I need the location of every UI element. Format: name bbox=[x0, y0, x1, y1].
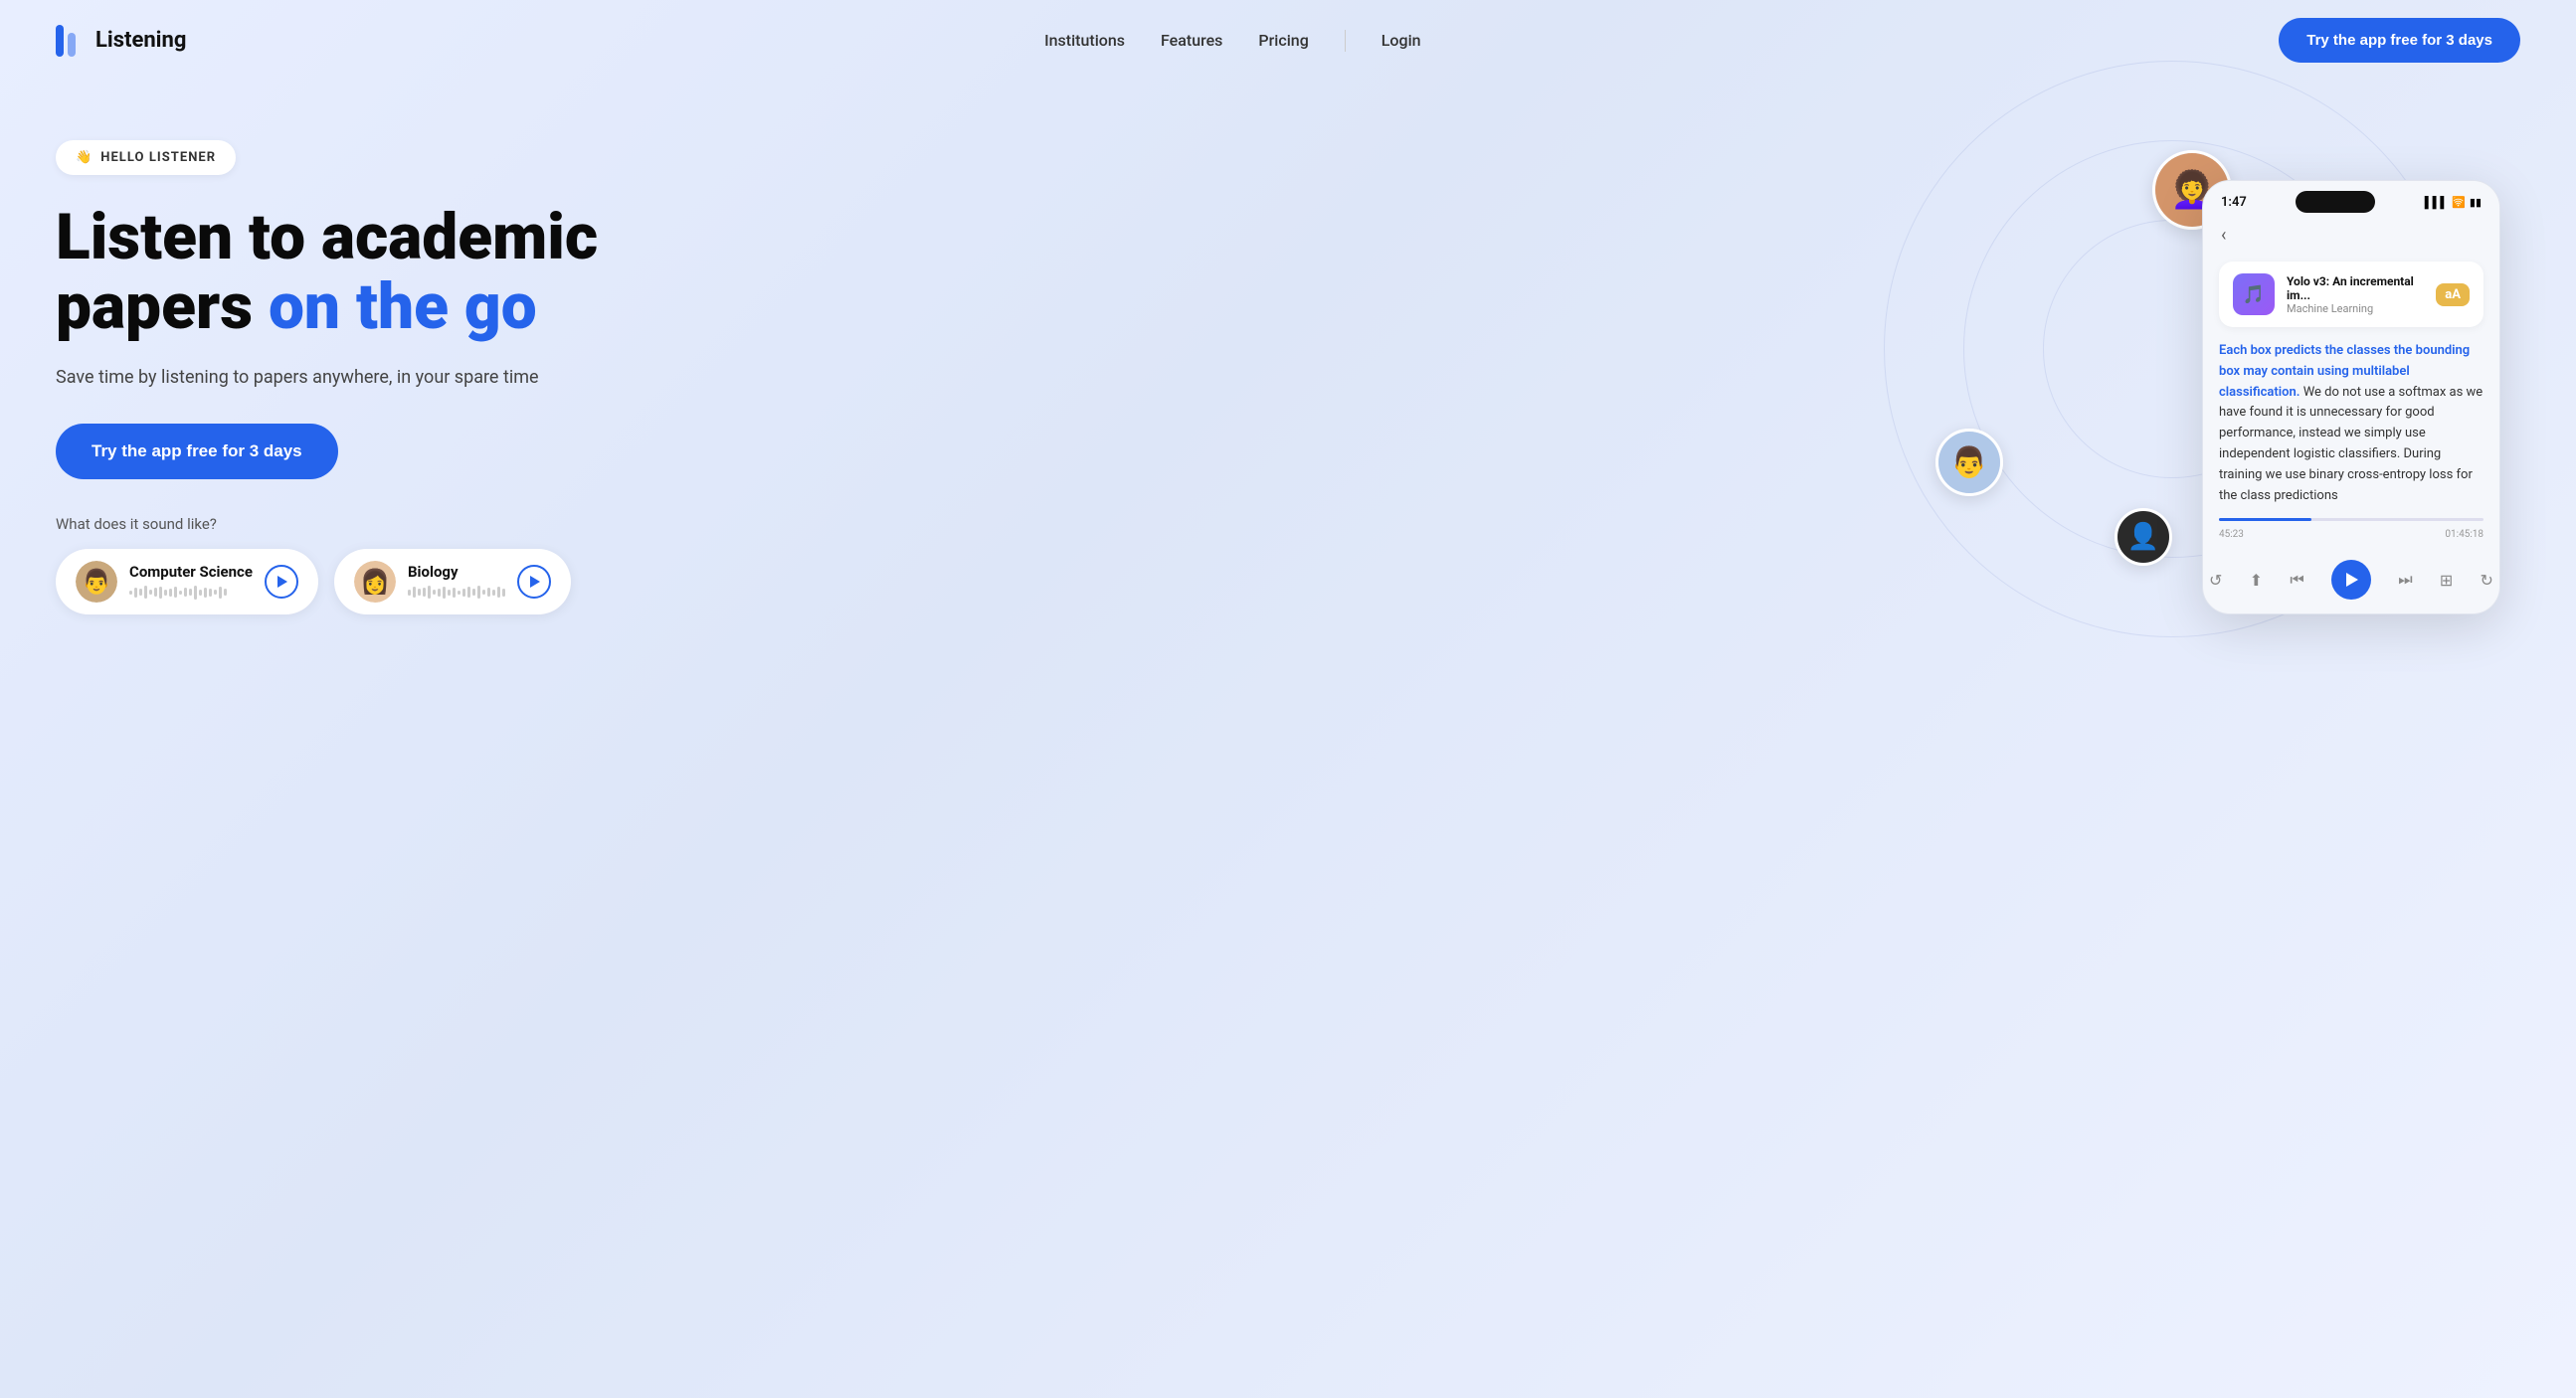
status-notch bbox=[2296, 191, 2375, 213]
audio-cards: 👨 Computer Science bbox=[56, 549, 598, 614]
time-start: 45:23 bbox=[2219, 529, 2244, 540]
audio-card-cs: 👨 Computer Science bbox=[56, 549, 318, 614]
progress-bar-fill bbox=[2219, 518, 2311, 521]
paper-title: Yolo v3: An incremental im... bbox=[2287, 274, 2424, 302]
main-play-button[interactable] bbox=[2331, 560, 2371, 600]
phone-content: 🎵 Yolo v3: An incremental im... Machine … bbox=[2203, 252, 2499, 560]
next-icon[interactable]: ⏭ bbox=[2398, 570, 2412, 590]
phone-controls: ↺ ⬆ ⏮ ⏭ ⊞ ↻ bbox=[2203, 560, 2499, 613]
paper-text-body: We do not use a softmax as we have found… bbox=[2219, 385, 2483, 503]
battery-icon: ▮▮ bbox=[2470, 196, 2482, 209]
nav-links: Institutions Features Pricing Login bbox=[1044, 30, 1420, 52]
audio-label-cs: Computer Science bbox=[129, 563, 253, 581]
hero-section: 👋 HELLO LISTENER Listen to academic pape… bbox=[0, 81, 2576, 717]
sound-like-label: What does it sound like? bbox=[56, 515, 598, 533]
main-play-icon bbox=[2346, 573, 2358, 587]
hero-cta-button[interactable]: Try the app free for 3 days bbox=[56, 424, 338, 479]
layout-icon[interactable]: ⊞ bbox=[2440, 571, 2453, 590]
nav-institutions[interactable]: Institutions bbox=[1044, 31, 1125, 50]
paper-info: Yolo v3: An incremental im... Machine Le… bbox=[2287, 274, 2424, 315]
audio-info-cs: Computer Science bbox=[129, 563, 253, 601]
audio-label-bio: Biology bbox=[408, 563, 505, 581]
status-icons: ▌▌▌ 🛜 ▮▮ bbox=[2425, 196, 2482, 209]
repeat-icon[interactable]: ↻ bbox=[2481, 571, 2493, 590]
play-icon-cs bbox=[277, 576, 287, 588]
time-end: 01:45:18 bbox=[2445, 529, 2484, 540]
share-icon[interactable]: ⬆ bbox=[2250, 571, 2263, 590]
play-button-cs[interactable] bbox=[265, 565, 298, 599]
nav-features[interactable]: Features bbox=[1161, 31, 1222, 50]
hero-title: Listen to academic papers on the go bbox=[56, 203, 598, 343]
audio-avatar-bio: 👩 bbox=[354, 561, 396, 603]
floating-avatar-3: 👤 bbox=[2115, 508, 2172, 566]
paper-icon: 🎵 bbox=[2233, 273, 2275, 315]
floating-avatar-2: 👨 bbox=[1935, 429, 2003, 496]
play-icon-bio bbox=[530, 576, 540, 588]
hero-left: 👋 HELLO LISTENER Listen to academic pape… bbox=[56, 120, 598, 614]
nav-pricing[interactable]: Pricing bbox=[1258, 31, 1308, 50]
audio-waveform-bio bbox=[408, 585, 505, 601]
brand-name: Listening bbox=[95, 28, 186, 53]
play-button-bio[interactable] bbox=[517, 565, 551, 599]
navbar: Listening Institutions Features Pricing … bbox=[0, 0, 2576, 81]
progress-bar-wrap[interactable] bbox=[2219, 518, 2484, 521]
paper-text: Each box predicts the classes the boundi… bbox=[2219, 341, 2484, 506]
audio-info-bio: Biology bbox=[408, 563, 505, 601]
audio-avatar-cs: 👨 bbox=[76, 561, 117, 603]
phone-back-button[interactable]: ‹ bbox=[2203, 219, 2499, 252]
logo[interactable]: Listening bbox=[56, 25, 186, 57]
hero-subtitle: Save time by listening to papers anywher… bbox=[56, 367, 598, 388]
wifi-icon: 🛜 bbox=[2452, 196, 2466, 209]
time-row: 45:23 01:45:18 bbox=[2219, 529, 2484, 540]
nav-cta-button[interactable]: Try the app free for 3 days bbox=[2279, 18, 2520, 63]
logo-icon bbox=[56, 25, 88, 57]
phone-mockup: 1:47 ▌▌▌ 🛜 ▮▮ ‹ 🎵 Yolo v3: An incrementa… bbox=[2202, 180, 2500, 614]
hello-badge: 👋 HELLO LISTENER bbox=[56, 140, 236, 175]
audio-card-bio: 👩 Biology bbox=[334, 549, 571, 614]
badge-text: HELLO LISTENER bbox=[100, 150, 216, 165]
status-time: 1:47 bbox=[2221, 195, 2247, 210]
nav-login[interactable]: Login bbox=[1381, 31, 1421, 50]
badge-emoji: 👋 bbox=[76, 150, 92, 165]
hero-title-highlight: on the go bbox=[269, 269, 537, 344]
signal-icon: ▌▌▌ bbox=[2425, 196, 2448, 209]
refresh-icon[interactable]: ↺ bbox=[2209, 571, 2222, 590]
hero-title-regular: papers bbox=[56, 269, 269, 344]
prev-icon[interactable]: ⏮ bbox=[2290, 570, 2303, 590]
audio-waveform-cs bbox=[129, 585, 253, 601]
paper-aa-btn[interactable]: aA bbox=[2436, 283, 2470, 306]
paper-category: Machine Learning bbox=[2287, 302, 2424, 315]
phone-status-bar: 1:47 ▌▌▌ 🛜 ▮▮ bbox=[2203, 181, 2499, 219]
nav-divider bbox=[1345, 30, 1346, 52]
paper-card: 🎵 Yolo v3: An incremental im... Machine … bbox=[2219, 262, 2484, 327]
